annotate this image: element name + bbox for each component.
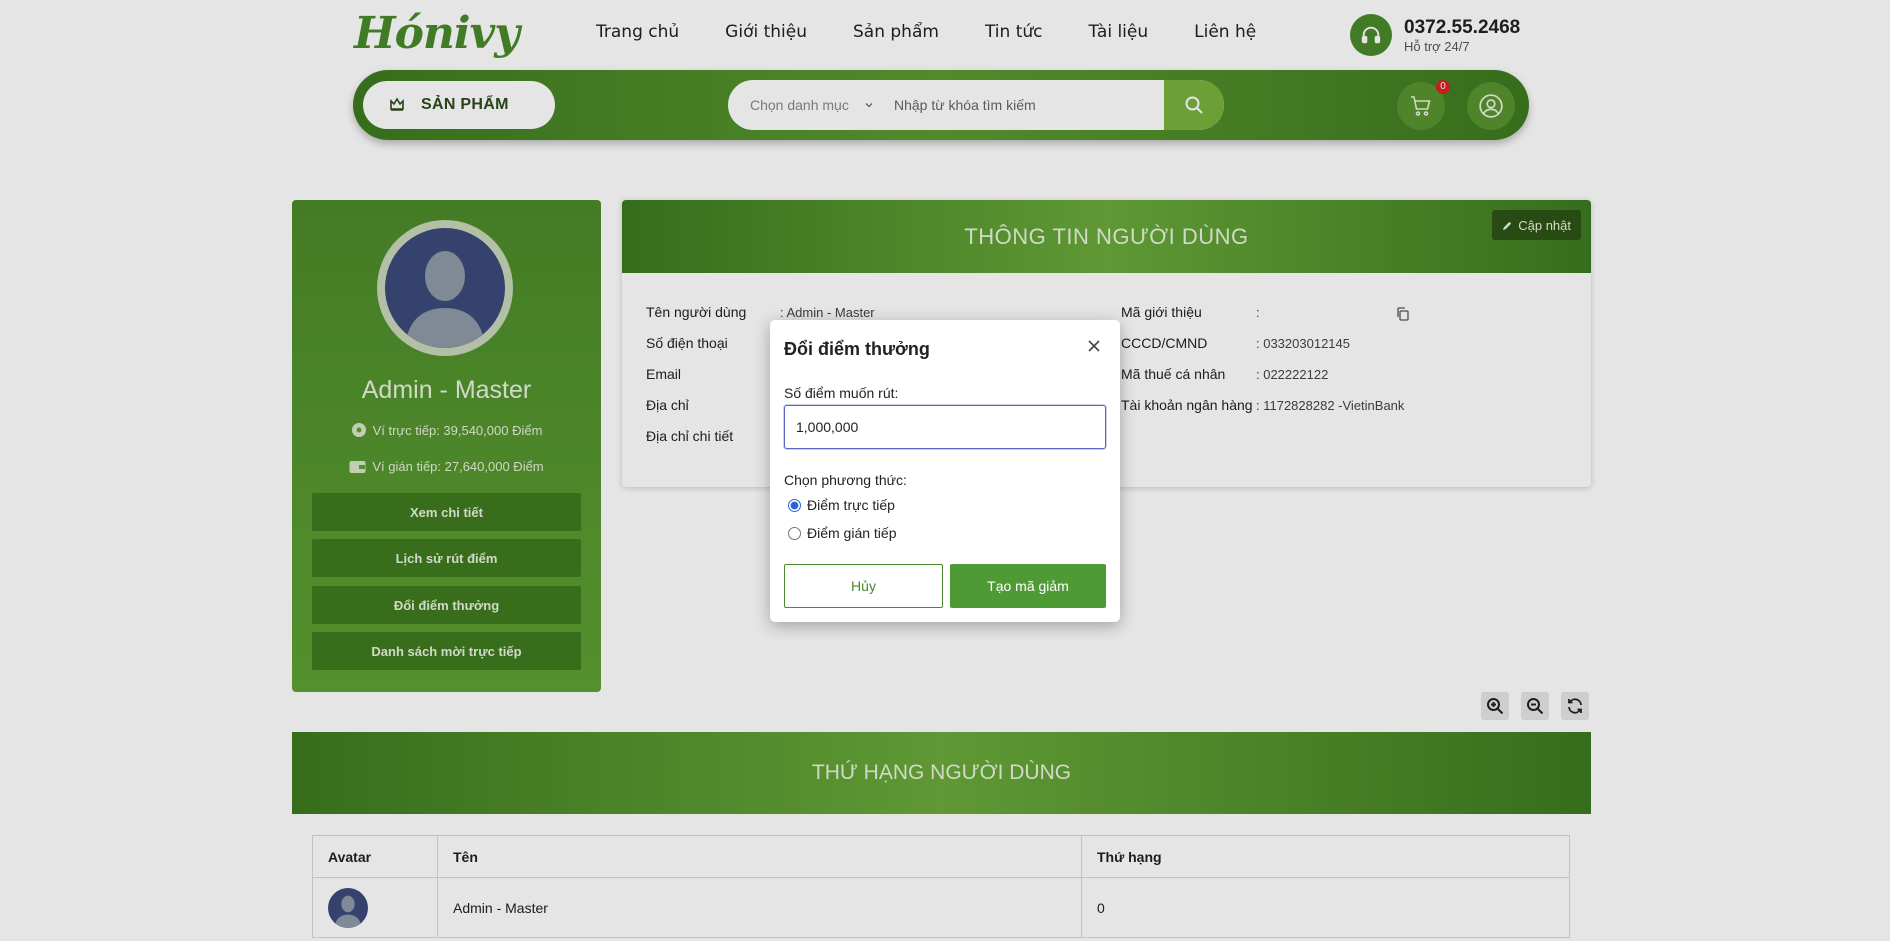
option-indirect-points[interactable]: Điểm gián tiếp xyxy=(788,525,897,541)
radio-indirect-points[interactable] xyxy=(788,526,801,540)
option-indirect-label: Điểm gián tiếp xyxy=(807,525,897,541)
option-direct-label: Điểm trực tiếp xyxy=(807,497,895,513)
redeem-points-modal: Đổi điểm thưởng Số điểm muốn rút: Chọn p… xyxy=(770,320,1120,622)
modal-title: Đổi điểm thưởng xyxy=(784,339,930,359)
close-icon[interactable] xyxy=(1086,338,1102,354)
amount-input[interactable] xyxy=(784,405,1106,449)
create-code-button[interactable]: Tạo mã giảm xyxy=(950,564,1106,608)
radio-direct-points[interactable] xyxy=(788,498,801,512)
cancel-button[interactable]: Hủy xyxy=(784,564,943,608)
amount-label: Số điểm muốn rút: xyxy=(784,385,899,401)
option-direct-points[interactable]: Điểm trực tiếp xyxy=(788,497,895,513)
method-label: Chọn phương thức: xyxy=(784,472,907,488)
